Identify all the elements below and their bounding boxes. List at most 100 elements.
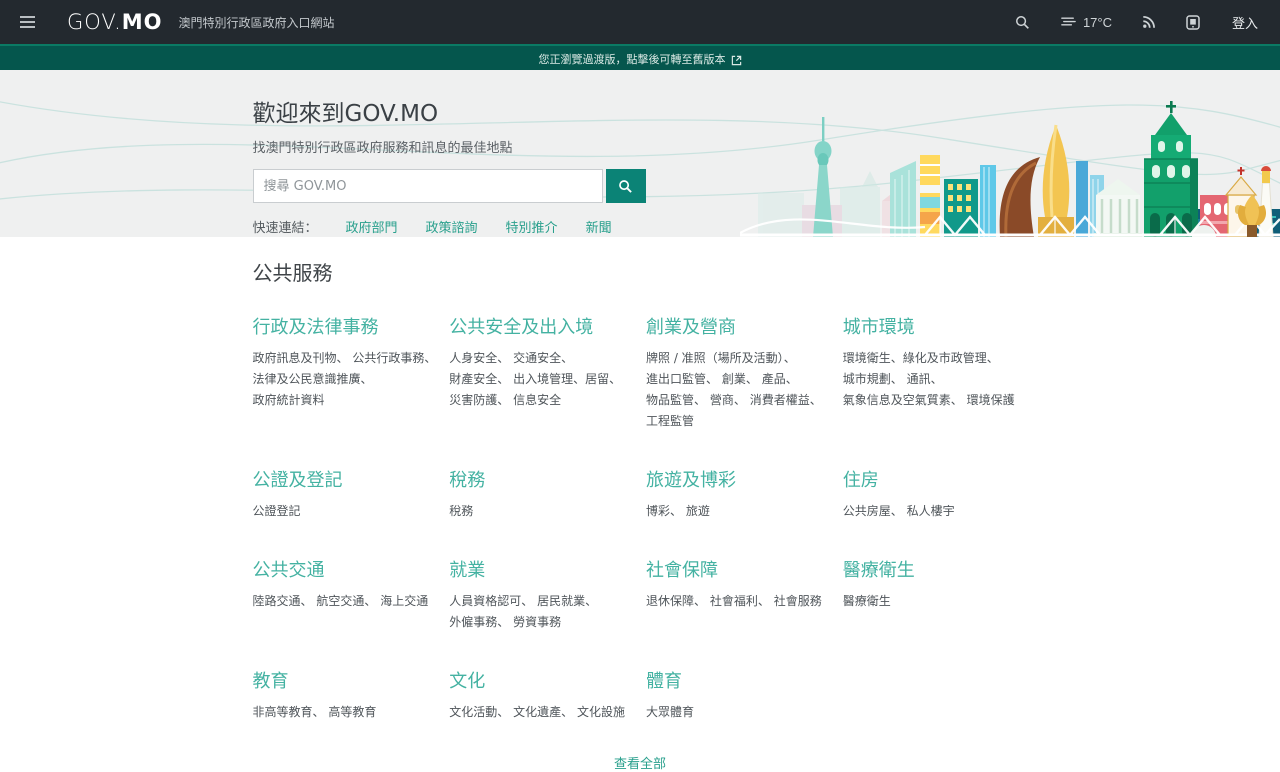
service-link[interactable]: 航空交通 xyxy=(316,594,364,608)
service-link[interactable]: 城市規劃 xyxy=(843,372,891,386)
service-link[interactable]: 居民就業 xyxy=(537,594,585,608)
service-category: 城市環境 環境衛生、綠化及市政管理、 城市規劃、 通訊、 氣象信息及空氣質素、 … xyxy=(843,313,1028,432)
mobile-app-icon[interactable] xyxy=(1176,9,1210,36)
service-link[interactable]: 通訊 xyxy=(907,372,931,386)
service-link[interactable]: 社會服務 xyxy=(774,594,822,608)
service-link[interactable]: 陸路交通 xyxy=(253,594,301,608)
service-link[interactable]: 工程監管 xyxy=(646,414,694,428)
service-link[interactable]: 海上交通 xyxy=(380,594,428,608)
service-link[interactable]: 創業 xyxy=(722,372,746,386)
search-icon[interactable] xyxy=(1005,9,1040,36)
service-link[interactable]: 信息安全 xyxy=(513,393,561,407)
service-category-title[interactable]: 行政及法律事務 xyxy=(253,313,379,339)
service-link[interactable]: 文化設施 xyxy=(577,705,625,719)
search-button[interactable] xyxy=(606,169,646,203)
service-link[interactable]: 文化遺產 xyxy=(513,705,561,719)
search-input[interactable] xyxy=(253,169,603,203)
service-category-title[interactable]: 體育 xyxy=(646,667,682,693)
view-all-link[interactable]: 查看全部 xyxy=(614,757,666,772)
service-link[interactable]: 旅遊 xyxy=(686,504,710,518)
service-link[interactable]: 勞資事務 xyxy=(513,615,561,629)
logo-text: GOV. xyxy=(67,10,122,34)
service-link[interactable]: 文化活動 xyxy=(449,705,497,719)
service-category-title[interactable]: 住房 xyxy=(843,466,879,492)
service-link[interactable]: 災害防護 xyxy=(449,393,497,407)
service-link[interactable]: 物品監管 xyxy=(646,393,694,407)
version-notice-text: 您正瀏覽過渡版，點擊後可轉至舊版本 xyxy=(539,48,726,72)
service-category: 稅務 稅務 xyxy=(449,466,634,522)
service-link[interactable]: 政府訊息及刊物 xyxy=(253,351,337,365)
service-category: 創業及營商 牌照 / 准照（場所及活動）、 進出口監管、 創業、 產品、 物品監… xyxy=(646,313,831,432)
service-category-links: 環境衛生、綠化及市政管理、 城市規劃、 通訊、 氣象信息及空氣質素、 環境保護 xyxy=(843,348,1028,411)
hero-banner: 歡迎來到GOV.MO 找澳門特別行政區政府服務和訊息的最佳地點 快速連結： 政府… xyxy=(0,70,1280,237)
service-link[interactable]: 公共房屋 xyxy=(843,504,891,518)
service-link[interactable]: 政府統計資料 xyxy=(253,393,325,407)
service-link[interactable]: 人身安全 xyxy=(449,351,497,365)
service-link[interactable]: 公共行政事務 xyxy=(352,351,424,365)
quick-links: 快速連結： 政府部門政策諮詢特別推介新聞 xyxy=(253,217,1028,236)
version-notice-link[interactable]: 您正瀏覽過渡版，點擊後可轉至舊版本 xyxy=(539,48,742,72)
service-category-links: 公共房屋、 私人樓宇 xyxy=(843,501,1028,522)
view-all-row: 查看全部 xyxy=(253,753,1028,772)
search-button-icon xyxy=(618,179,633,194)
logo-text-bold: MO xyxy=(122,10,163,34)
service-link[interactable]: 醫療衛生 xyxy=(843,594,891,608)
service-link[interactable]: 高等教育 xyxy=(328,705,376,719)
service-link[interactable]: 產品 xyxy=(762,372,786,386)
service-link[interactable]: 交通安全 xyxy=(513,351,561,365)
service-link[interactable]: 營商 xyxy=(710,393,734,407)
service-category: 社會保障 退休保障、 社會福利、 社會服務 xyxy=(646,556,831,633)
service-category-links: 牌照 / 准照（場所及活動）、 進出口監管、 創業、 產品、 物品監管、 營商、… xyxy=(646,348,831,432)
service-category: 醫療衛生 醫療衛生 xyxy=(843,556,1028,633)
login-button[interactable]: 登入 xyxy=(1220,7,1262,38)
service-category-title[interactable]: 教育 xyxy=(253,667,289,693)
service-link[interactable]: 社會福利 xyxy=(710,594,758,608)
service-category-title[interactable]: 城市環境 xyxy=(843,313,915,339)
service-link[interactable]: 私人樓宇 xyxy=(907,504,955,518)
service-link[interactable]: 人員資格認可 xyxy=(449,594,521,608)
service-category-links: 政府訊息及刊物、 公共行政事務、 法律及公民意識推廣、 政府統計資料 xyxy=(253,348,438,411)
service-link[interactable]: 稅務 xyxy=(449,504,473,518)
service-category-title[interactable]: 稅務 xyxy=(449,466,485,492)
service-link[interactable]: 非高等教育 xyxy=(253,705,313,719)
service-link[interactable]: 進出口監管 xyxy=(646,372,706,386)
service-category-title[interactable]: 公共安全及出入境 xyxy=(449,313,593,339)
service-category-links: 陸路交通、 航空交通、 海上交通 xyxy=(253,591,438,612)
service-link[interactable]: 公證登記 xyxy=(253,504,301,518)
service-category-links: 人員資格認可、 居民就業、 外僱事務、 勞資事務 xyxy=(449,591,634,633)
service-link[interactable]: 外僱事務 xyxy=(449,615,497,629)
service-category-title[interactable]: 創業及營商 xyxy=(646,313,736,339)
service-category-title[interactable]: 公共交通 xyxy=(253,556,325,582)
service-category-title[interactable]: 文化 xyxy=(449,667,485,693)
version-notice-bar: 您正瀏覽過渡版，點擊後可轉至舊版本 xyxy=(0,44,1280,70)
quick-link[interactable]: 特別推介 xyxy=(506,217,558,236)
service-category: 文化 文化活動、 文化遺產、 文化設施 xyxy=(449,667,634,723)
service-link[interactable]: 出入境管理、居留 xyxy=(513,372,609,386)
service-link[interactable]: 退休保障 xyxy=(646,594,694,608)
service-link[interactable]: 法律及公民意識推廣 xyxy=(253,372,361,386)
quick-link[interactable]: 政策諮詢 xyxy=(426,217,478,236)
hamburger-icon[interactable] xyxy=(12,8,43,36)
service-category-title[interactable]: 公證及登記 xyxy=(253,466,343,492)
service-link[interactable]: 氣象信息及空氣質素 xyxy=(843,393,951,407)
service-link[interactable]: 財產安全 xyxy=(449,372,497,386)
service-category-title[interactable]: 就業 xyxy=(449,556,485,582)
service-category-links: 公證登記 xyxy=(253,501,438,522)
site-logo[interactable]: GOV.MO xyxy=(67,10,163,34)
service-category: 公共安全及出入境 人身安全、 交通安全、 財產安全、 出入境管理、居留、 災害防… xyxy=(449,313,634,432)
services-section-title: 公共服務 xyxy=(253,257,1028,286)
service-category-title[interactable]: 旅遊及博彩 xyxy=(646,466,736,492)
weather-widget[interactable]: 17°C xyxy=(1050,9,1122,36)
service-link[interactable]: 博彩 xyxy=(646,504,670,518)
service-link[interactable]: 環境衛生、綠化及市政管理 xyxy=(843,351,987,365)
quick-link[interactable]: 政府部門 xyxy=(346,217,398,236)
service-link[interactable]: 大眾體育 xyxy=(646,705,694,719)
service-category-title[interactable]: 醫療衛生 xyxy=(843,556,915,582)
service-link[interactable]: 環境保護 xyxy=(967,393,1015,407)
service-category-title[interactable]: 社會保障 xyxy=(646,556,718,582)
quick-link[interactable]: 新聞 xyxy=(586,217,612,236)
service-link[interactable]: 牌照 / 准照（場所及活動） xyxy=(646,351,784,365)
service-link[interactable]: 消費者權益 xyxy=(750,393,810,407)
service-category: 就業 人員資格認可、 居民就業、 外僱事務、 勞資事務 xyxy=(449,556,634,633)
rss-icon[interactable] xyxy=(1132,9,1166,35)
